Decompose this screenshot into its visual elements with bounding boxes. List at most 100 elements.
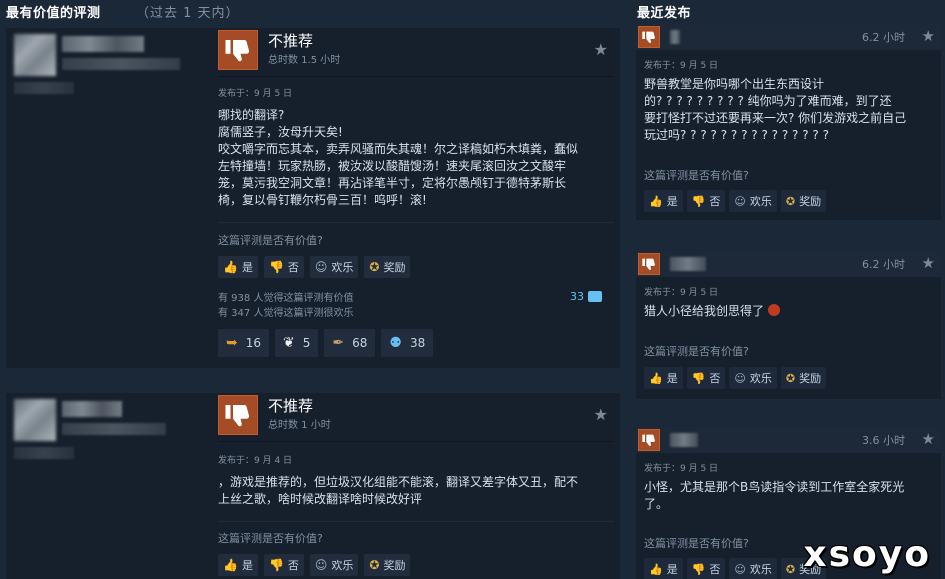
vote-no-button[interactable]: 👎 否 [263,554,304,576]
author-games-owned [62,58,180,70]
funny-count: 有 347 人觉得这篇评测很欢乐 [218,308,354,319]
comment-icon [588,291,602,302]
vote-funny-button[interactable]: ☺ 欢乐 [729,558,777,579]
review-age: 6.2 小时 [862,31,905,44]
thumbs-up-icon: 👍 [649,194,663,208]
vote-buttons: 👍 是 👎 否 ☺ 欢乐 ✪ 奖励 [218,256,411,278]
vote-funny-button[interactable]: ☺ 欢乐 [729,190,777,212]
author-name[interactable] [62,36,144,52]
award-button[interactable]: ✪ 奖励 [780,367,827,389]
award-button[interactable]: ✪ 奖励 [364,256,411,278]
award-button[interactable]: ✪ 奖励 [364,554,411,576]
thumbs-up-icon: 👍 [223,558,238,572]
author-name[interactable] [670,257,706,271]
angry-emoji-icon [767,304,780,316]
award-icon: ✪ [369,558,380,572]
smiley-icon: ☺ [734,562,746,576]
vote-funny-button[interactable]: ☺ 欢乐 [309,554,359,576]
thumbs-down-icon [638,429,660,451]
thumbs-down-small-icon: 👎 [268,558,284,572]
review-author[interactable] [6,28,211,368]
thumbs-down-icon [638,26,660,48]
vote-funny-button[interactable]: ☺ 欢乐 [309,256,359,278]
divider [218,76,614,77]
star-icon[interactable]: ★ [922,254,935,272]
right-section-title: 最近发布 [637,6,692,21]
star-icon[interactable]: ★ [922,430,935,448]
comment-count[interactable]: 33 [570,290,602,303]
award-icon: ✪ [785,562,796,576]
helpful-question: 这篇评测是否有价值? [218,532,323,545]
helpful-question: 这篇评测是否有价值? [644,169,749,182]
review-body: 猎人小径给我创思得了 [644,303,936,320]
smiley-icon: ☺ [314,558,328,572]
thumbs-down-small-icon: 👎 [691,371,706,385]
awards-row: ➥ 16 ❦ 5 ✒ 68 ⚉ 38 [218,329,434,357]
helpful-question: 这篇评测是否有价值? [218,234,323,247]
star-icon[interactable]: ★ [594,40,608,59]
divider [218,222,614,223]
author-name[interactable] [62,401,122,417]
vote-buttons: 👍 是 👎 否 ☺ 欢乐 ✪ 奖励 [218,554,411,576]
thumbs-down-icon [218,395,258,435]
thumbs-down-small-icon: 👎 [691,194,706,208]
vote-yes-button[interactable]: 👍 是 [644,190,683,212]
vote-yes-button[interactable]: 👍 是 [218,256,258,278]
award-wings[interactable]: ❦ 5 [275,329,319,357]
author-name[interactable] [670,30,680,44]
divider [218,521,614,522]
star-icon[interactable]: ★ [594,405,608,424]
vote-no-button[interactable]: 👎 否 [263,256,304,278]
review-card: 不推荐 总时数 1.5 小时 ★ 发布于：9 月 5 日 哪找的翻译? 腐儒竖子… [6,28,620,368]
thumbs-up-icon: 👍 [649,371,663,385]
review-author[interactable] [6,393,211,579]
recommendation-label: 不推荐 [268,32,314,50]
recommendation-label: 不推荐 [268,397,314,415]
award-medal[interactable]: ⚉ 38 [381,329,434,357]
review-card: 不推荐 总时数 1 小时 ★ 发布于：9 月 4 日 ，游戏是推荐的，但垃圾汉化… [6,393,620,579]
thumbs-up-icon: 👍 [223,260,238,274]
vote-buttons: 👍 是 👎 否 ☺ 欢乐 ✪ 奖励 [644,367,827,389]
author-games-owned [62,423,166,435]
watermark: xsoyo [803,534,931,575]
thumbs-down-icon [218,30,258,70]
star-icon[interactable]: ★ [922,27,935,45]
award-button[interactable]: ✪ 奖励 [780,190,827,212]
posted-date: 发布于：9 月 5 日 [644,288,719,298]
wings-icon: ❦ [283,335,295,351]
vote-no-button[interactable]: 👎 否 [686,367,726,389]
award-scroll[interactable]: ✒ 68 [324,329,376,357]
avatar[interactable] [14,399,56,441]
vote-no-button[interactable]: 👎 否 [686,190,726,212]
award-icon: ✪ [785,371,796,385]
smiley-icon: ☺ [734,371,746,385]
posted-date: 发布于：9 月 5 日 [644,61,719,71]
review-body: 野兽教堂是你吗哪个出生东西设计 的? ? ? ? ? ? ? ? ? 纯你吗为了… [644,77,907,142]
review-age: 3.6 小时 [862,434,905,447]
author-name[interactable] [670,433,698,447]
thumbs-down-small-icon: 👎 [691,562,706,576]
vote-yes-button[interactable]: 👍 是 [644,367,683,389]
smiley-icon: ☺ [314,260,328,274]
thumbs-up-icon: 👍 [649,562,663,576]
vote-funny-button[interactable]: ☺ 欢乐 [729,367,777,389]
vote-yes-button[interactable]: 👍 是 [218,554,258,576]
helpful-question: 这篇评测是否有价值? [644,537,749,550]
avatar[interactable] [14,34,56,76]
vote-no-button[interactable]: 👎 否 [686,558,726,579]
hours-played: 总时数 1 小时 [268,420,331,431]
recent-review-card: 6.2 小时 ★ 发布于：9 月 5 日 猎人小径给我创思得了 这篇评测是否有价… [636,251,941,399]
vote-yes-button[interactable]: 👍 是 [644,558,683,579]
divider [218,441,614,442]
thumbs-down-icon [638,253,660,275]
helpful-question: 这篇评测是否有价值? [644,345,749,358]
review-age: 6.2 小时 [862,258,905,271]
review-body: 小怪，尤其是那个B鸟读指令读到工作室全家死光 了。 [644,480,905,511]
helpful-count: 有 938 人觉得这篇评测有价值 [218,293,354,304]
author-reviews-count [14,82,74,94]
recent-review-card: 6.2 小时 ★ 发布于：9 月 5 日 野兽教堂是你吗哪个出生东西设计 的? … [636,24,941,220]
award-boot[interactable]: ➥ 16 [218,329,270,357]
award-icon: ✪ [785,194,796,208]
medal-icon: ⚉ [389,335,402,351]
review-body: 哪找的翻译? 腐儒竖子，汝母升天矣! 咬文嚼字而忘其本，卖弄风骚而失其魂！尔之译… [218,108,579,207]
